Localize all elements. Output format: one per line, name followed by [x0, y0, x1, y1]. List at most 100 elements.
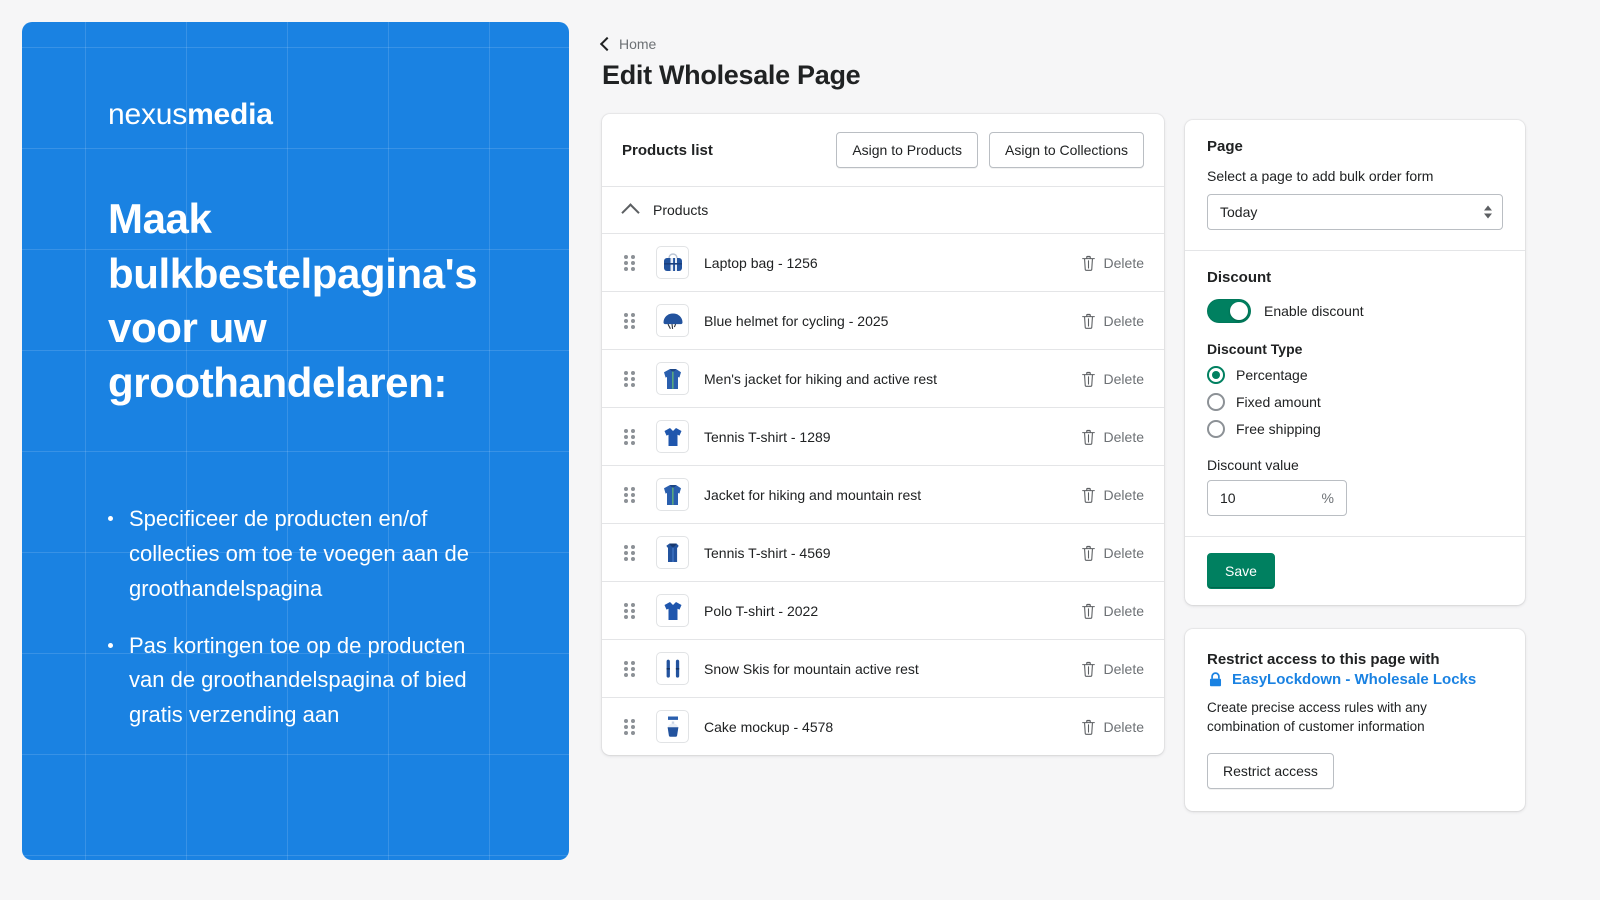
breadcrumb-label: Home — [619, 36, 657, 52]
main-content: Home Edit Wholesale Page Products list A… — [599, 36, 1164, 755]
delete-button[interactable]: Delete — [1081, 255, 1144, 271]
lockdown-description: Create precise access rules with any com… — [1207, 699, 1427, 735]
delete-label: Delete — [1103, 312, 1144, 329]
delete-button[interactable]: Delete — [1081, 719, 1144, 735]
lockdown-promo-card: Restrict access to this page with EasyLo… — [1185, 629, 1525, 811]
delete-button[interactable]: Delete — [1081, 429, 1144, 445]
laptop-bag-thumbnail — [656, 246, 689, 279]
sidebar: Page Select a page to add bulk order for… — [1185, 120, 1525, 811]
delete-button[interactable]: Delete — [1081, 487, 1144, 503]
discount-section: Discount Enable discount Discount Type P… — [1185, 250, 1525, 536]
radio-icon — [1207, 393, 1225, 411]
table-row[interactable]: Polo T-shirt - 2022 Delete — [602, 582, 1164, 640]
enable-discount-toggle[interactable] — [1207, 299, 1251, 323]
trash-icon — [1081, 545, 1095, 561]
chevron-up-icon — [621, 203, 640, 222]
polo-shirt-thumbnail — [656, 420, 689, 453]
delete-label: Delete — [1103, 370, 1144, 387]
delete-label: Delete — [1103, 602, 1144, 619]
discount-type-option-label: Percentage — [1236, 367, 1308, 383]
radio-icon — [1207, 366, 1225, 384]
jacket-thumbnail — [656, 362, 689, 395]
discount-type-percentage[interactable]: Percentage — [1207, 366, 1503, 384]
delete-button[interactable]: Delete — [1081, 371, 1144, 387]
delete-button[interactable]: Delete — [1081, 545, 1144, 561]
delete-label: Delete — [1103, 486, 1144, 503]
save-button[interactable]: Save — [1207, 553, 1275, 589]
drag-handle-icon[interactable] — [624, 312, 638, 329]
products-list-title: Products list — [622, 141, 713, 159]
trash-icon — [1081, 371, 1095, 387]
toggle-knob — [1230, 302, 1248, 320]
trash-icon — [1081, 719, 1095, 735]
jacket-thumbnail — [656, 478, 689, 511]
lockdown-app-link[interactable]: EasyLockdown - Wholesale Locks — [1207, 671, 1503, 688]
assign-to-products-button[interactable]: Asign to Products — [836, 132, 979, 168]
drag-handle-icon[interactable] — [624, 660, 638, 677]
product-name: Tennis T-shirt - 1289 — [704, 428, 831, 445]
delete-label: Delete — [1103, 718, 1144, 735]
product-name: Men's jacket for hiking and active rest — [704, 370, 938, 387]
table-row[interactable]: Tennis T-shirt - 1289 Delete — [602, 408, 1164, 466]
enable-discount-label: Enable discount — [1264, 303, 1364, 319]
percent-suffix: % — [1321, 490, 1334, 506]
table-row[interactable]: Laptop bag - 1256 Delete — [602, 234, 1164, 292]
assign-to-collections-button[interactable]: Asign to Collections — [989, 132, 1144, 168]
product-name: Tennis T-shirt - 4569 — [704, 544, 831, 561]
table-row[interactable]: Men's jacket for hiking and active rest D… — [602, 350, 1164, 408]
page-section-title: Page — [1207, 138, 1243, 155]
trash-icon — [1081, 661, 1095, 677]
product-name: Jacket for hiking and mountain rest — [704, 486, 922, 503]
polo-shirt-thumbnail — [656, 594, 689, 627]
products-rows: Laptop bag - 1256 Delete Blue helmet for c… — [602, 234, 1164, 755]
delete-button[interactable]: Delete — [1081, 661, 1144, 677]
breadcrumb[interactable]: Home — [599, 36, 1164, 52]
discount-type-free-shipping[interactable]: Free shipping — [1207, 420, 1503, 438]
helmet-thumbnail — [656, 304, 689, 337]
product-name: Polo T-shirt - 2022 — [704, 602, 819, 619]
discount-type-label: Discount Type — [1207, 341, 1303, 357]
drag-handle-icon[interactable] — [624, 428, 638, 445]
product-name: Blue helmet for cycling - 2025 — [704, 312, 889, 329]
lockdown-headline: Restrict access to this page with — [1207, 651, 1440, 668]
products-group-label: Products — [653, 202, 709, 218]
promo-panel: nexusmedia Maak bulkbestelpagina's voor … — [22, 22, 569, 860]
trash-icon — [1081, 603, 1095, 619]
trash-icon — [1081, 255, 1095, 271]
logo-text-bold: media — [187, 98, 273, 131]
discount-value-text: 10 — [1220, 490, 1236, 506]
delete-label: Delete — [1103, 254, 1144, 271]
promo-heading: Maak bulkbestelpagina's voor uw groothan… — [108, 195, 478, 406]
table-row[interactable]: Snow Skis for mountain active rest Delete — [602, 640, 1164, 698]
brand-logo: nexusmedia — [108, 100, 529, 130]
lockdown-link-label: EasyLockdown - Wholesale Locks — [1232, 670, 1477, 688]
logo-text-light: nexus — [108, 98, 188, 131]
promo-bullet-list: Specificeer de producten en/of collectie… — [108, 502, 529, 733]
table-row[interactable]: Jacket for hiking and mountain rest Delet… — [602, 466, 1164, 524]
skis-thumbnail — [656, 652, 689, 685]
discount-type-option-label: Fixed amount — [1236, 394, 1321, 410]
delete-button[interactable]: Delete — [1081, 603, 1144, 619]
page-select[interactable]: Today — [1207, 194, 1503, 230]
table-row[interactable]: Blue helmet for cycling - 2025 Delete — [602, 292, 1164, 350]
drag-handle-icon[interactable] — [624, 370, 638, 387]
radio-icon — [1207, 420, 1225, 438]
table-row[interactable]: Cake mockup - 4578 Delete — [602, 698, 1164, 755]
drag-handle-icon[interactable] — [624, 254, 638, 271]
delete-button[interactable]: Delete — [1081, 313, 1144, 329]
drag-handle-icon[interactable] — [624, 718, 638, 735]
product-name: Laptop bag - 1256 — [704, 254, 818, 271]
discount-type-option-label: Free shipping — [1236, 421, 1321, 437]
drag-handle-icon[interactable] — [624, 486, 638, 503]
settings-card: Page Select a page to add bulk order for… — [1185, 120, 1525, 605]
drag-handle-icon[interactable] — [624, 602, 638, 619]
enable-discount-row[interactable]: Enable discount — [1207, 299, 1503, 323]
drag-handle-icon[interactable] — [624, 544, 638, 561]
save-section: Save — [1185, 536, 1525, 605]
discount-value-input[interactable]: 10 % — [1207, 480, 1347, 516]
table-row[interactable]: Tennis T-shirt - 4569 Delete — [602, 524, 1164, 582]
products-group-toggle[interactable]: Products — [602, 187, 1164, 234]
restrict-access-button[interactable]: Restrict access — [1207, 752, 1334, 789]
products-list-card: Products list Asign to Products Asign to… — [602, 114, 1164, 755]
discount-type-fixed-amount[interactable]: Fixed amount — [1207, 393, 1503, 411]
